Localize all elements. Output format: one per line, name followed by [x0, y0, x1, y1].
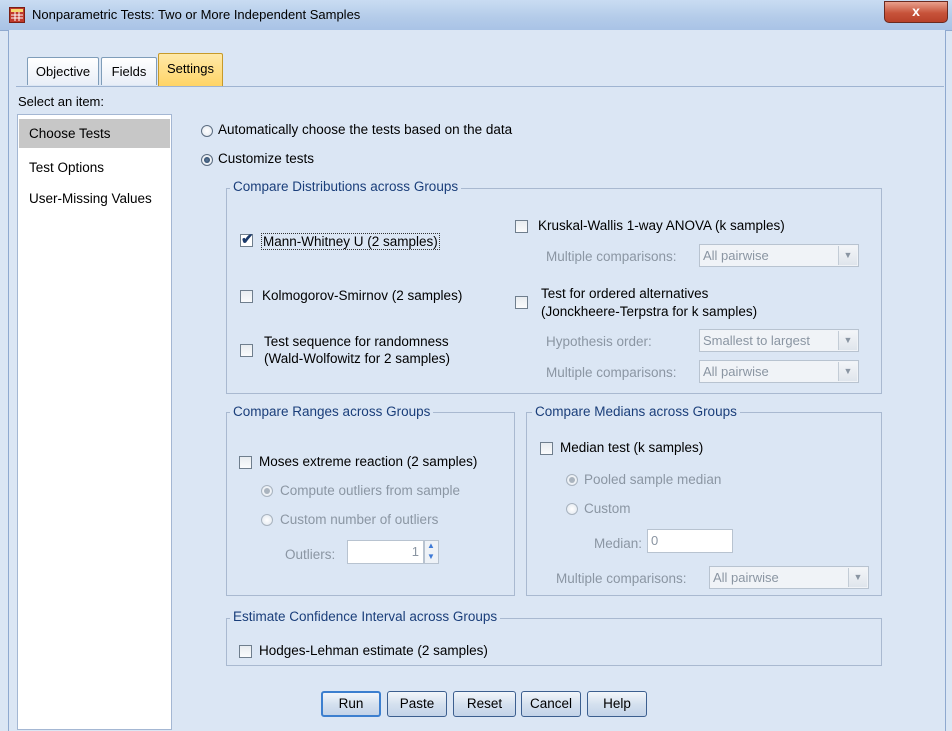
item-list: Choose Tests Test Options User-Missing V… — [17, 114, 172, 730]
ordered-mc-value: All pairwise — [703, 364, 769, 379]
compute-outliers-label: Compute outliers from sample — [280, 483, 461, 498]
chevron-down-icon: ▼ — [838, 362, 857, 381]
compute-outliers-radio[interactable] — [261, 485, 273, 497]
median-mc-value: All pairwise — [713, 570, 779, 585]
moses-label: Moses extreme reaction (2 samples) — [259, 454, 478, 469]
confidence-interval-title: Estimate Confidence Interval across Grou… — [230, 609, 501, 624]
compare-ranges-group — [226, 412, 515, 596]
run-button[interactable]: Run — [321, 691, 381, 717]
ordered-mc-select[interactable]: All pairwise ▼ — [699, 360, 859, 383]
customize-tests-radio[interactable] — [201, 154, 213, 166]
window-title: Nonparametric Tests: Two or More Indepen… — [32, 7, 361, 22]
compare-distributions-title: Compare Distributions across Groups — [230, 179, 462, 194]
pooled-median-radio[interactable] — [566, 474, 578, 486]
median-test-label: Median test (k samples) — [560, 440, 704, 455]
spin-down-icon[interactable]: ▼ — [427, 552, 435, 561]
confidence-interval-group — [226, 618, 882, 666]
cancel-button[interactable]: Cancel — [521, 691, 581, 717]
custom-median-label: Custom — [584, 501, 631, 516]
tab-settings[interactable]: Settings — [158, 53, 223, 86]
pooled-median-label: Pooled sample median — [584, 472, 722, 487]
kruskal-mc-value: All pairwise — [703, 248, 769, 263]
tab-fields[interactable]: Fields — [101, 57, 157, 85]
tab-divider — [16, 86, 944, 87]
outliers-spinner[interactable]: ▲ ▼ — [424, 540, 439, 564]
chevron-down-icon: ▼ — [838, 331, 857, 350]
median-mc-select[interactable]: All pairwise ▼ — [709, 566, 869, 589]
custom-outliers-radio[interactable] — [261, 514, 273, 526]
tab-objective[interactable]: Objective — [27, 57, 99, 85]
kolmogorov-checkbox[interactable] — [240, 290, 253, 303]
ordered-alternatives-label-line1: Test for ordered alternatives — [541, 286, 709, 301]
hypothesis-order-value: Smallest to largest — [703, 333, 810, 348]
custom-median-radio[interactable] — [566, 503, 578, 515]
hypothesis-order-select[interactable]: Smallest to largest ▼ — [699, 329, 859, 352]
ordered-alternatives-checkbox[interactable] — [515, 296, 528, 309]
reset-button[interactable]: Reset — [453, 691, 516, 717]
kruskal-mc-label: Multiple comparisons: — [546, 249, 677, 264]
median-input[interactable]: 0 — [647, 529, 733, 553]
chevron-down-icon: ▼ — [848, 568, 867, 587]
spin-up-icon[interactable]: ▲ — [427, 541, 435, 550]
median-mc-label: Multiple comparisons: — [556, 571, 687, 586]
help-button[interactable]: Help — [587, 691, 647, 717]
sidebar-item-choose-tests[interactable]: Choose Tests — [19, 119, 170, 148]
compare-medians-title: Compare Medians across Groups — [532, 404, 740, 419]
close-button[interactable]: x — [884, 1, 948, 23]
runs-test-label-line1: Test sequence for randomness — [264, 334, 449, 349]
mann-whitney-label: Mann-Whitney U (2 samples) — [261, 233, 440, 250]
sidebar-item-user-missing-values[interactable]: User-Missing Values — [19, 184, 170, 213]
median-test-checkbox[interactable] — [540, 442, 553, 455]
kolmogorov-label: Kolmogorov-Smirnov (2 samples) — [262, 288, 463, 303]
select-item-label: Select an item: — [18, 94, 104, 109]
runs-test-label-line2: (Wald-Wolfowitz for 2 samples) — [264, 351, 451, 366]
kruskal-wallis-label: Kruskal-Wallis 1-way ANOVA (k samples) — [538, 218, 785, 233]
kruskal-wallis-checkbox[interactable] — [515, 220, 528, 233]
customize-tests-label: Customize tests — [218, 151, 315, 166]
sidebar-item-test-options[interactable]: Test Options — [19, 153, 170, 182]
moses-checkbox[interactable] — [239, 456, 252, 469]
custom-outliers-label: Custom number of outliers — [280, 512, 439, 527]
auto-choose-label: Automatically choose the tests based on … — [218, 122, 513, 137]
checkmark-icon: ✔ — [241, 231, 254, 248]
auto-choose-radio[interactable] — [201, 125, 213, 137]
hypothesis-order-label: Hypothesis order: — [546, 334, 652, 349]
hodges-lehman-label: Hodges-Lehman estimate (2 samples) — [259, 643, 488, 658]
median-label: Median: — [594, 536, 643, 551]
mann-whitney-checkbox[interactable]: ✔ — [240, 231, 254, 248]
outliers-label: Outliers: — [285, 547, 336, 562]
ordered-alternatives-label-line2: (Jonckheere-Terpstra for k samples) — [541, 304, 758, 319]
hodges-lehman-checkbox[interactable] — [239, 645, 252, 658]
paste-button[interactable]: Paste — [387, 691, 447, 717]
ordered-mc-label: Multiple comparisons: — [546, 365, 677, 380]
kruskal-mc-select[interactable]: All pairwise ▼ — [699, 244, 859, 267]
outliers-input[interactable]: 1 — [347, 540, 424, 564]
chevron-down-icon: ▼ — [838, 246, 857, 265]
spss-table-icon — [9, 7, 25, 23]
runs-test-checkbox[interactable] — [240, 344, 253, 357]
title-bar: Nonparametric Tests: Two or More Indepen… — [0, 0, 952, 31]
compare-ranges-title: Compare Ranges across Groups — [230, 404, 434, 419]
